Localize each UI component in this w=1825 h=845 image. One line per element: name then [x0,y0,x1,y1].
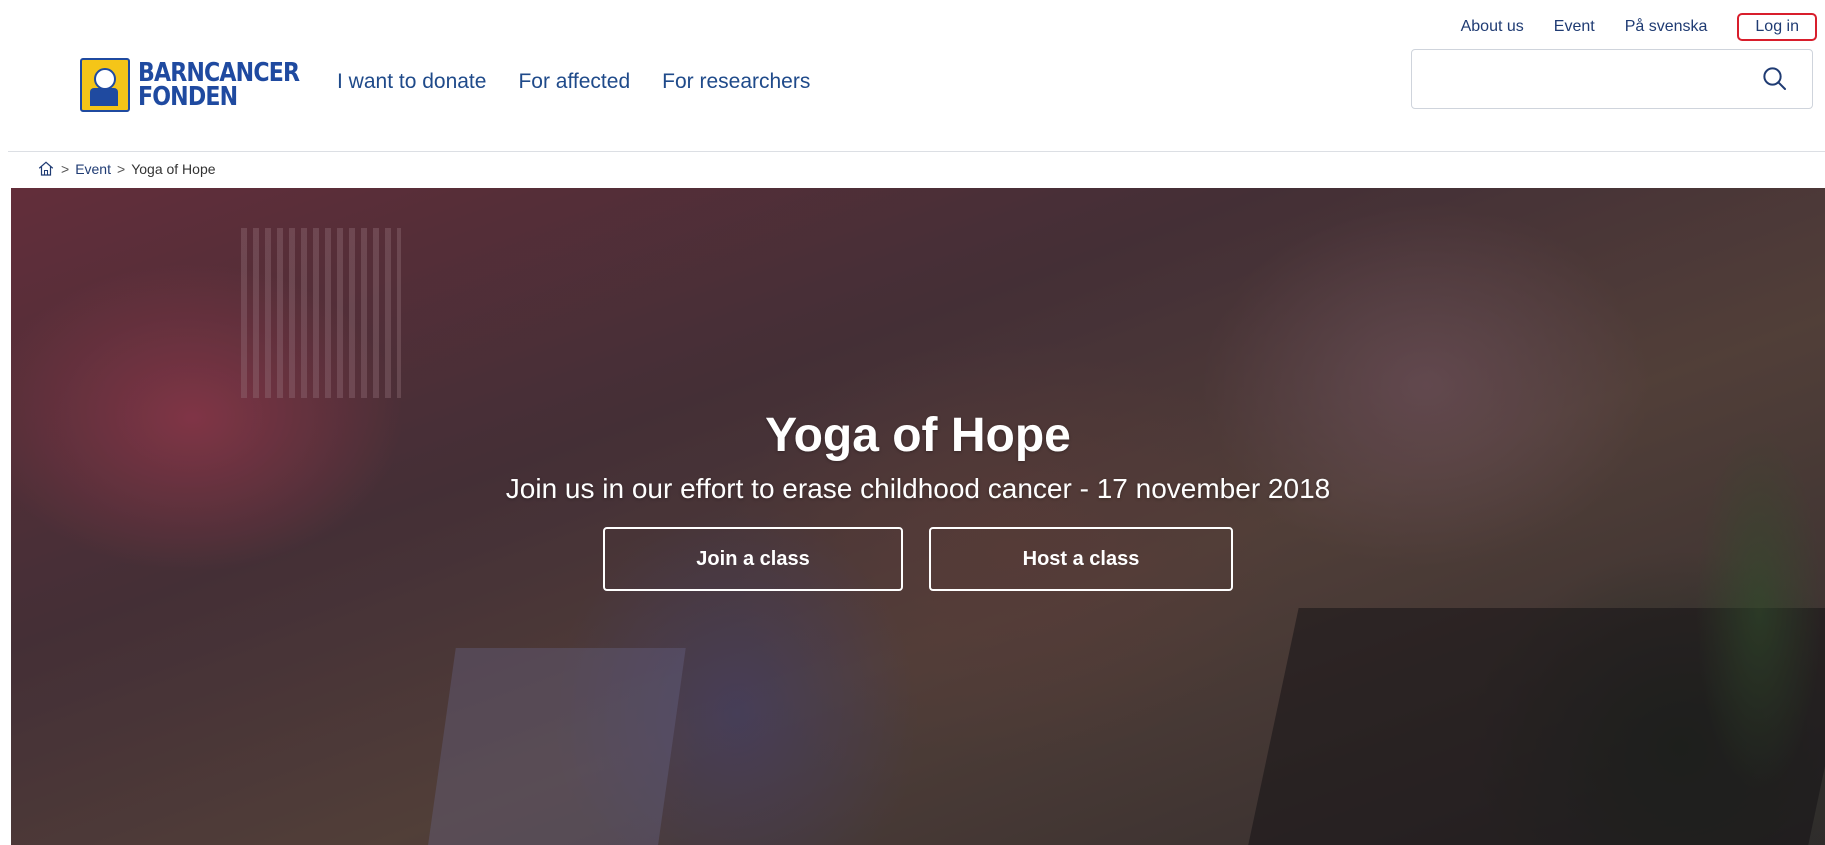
breadcrumb-separator: > [117,161,126,177]
host-a-class-button[interactable]: Host a class [929,527,1233,591]
breadcrumb-current: Yoga of Hope [131,161,216,177]
hero-content: Yoga of Hope Join us in our effort to er… [11,408,1825,591]
join-a-class-button[interactable]: Join a class [603,527,903,591]
hero-banner: Yoga of Hope Join us in our effort to er… [11,188,1825,845]
home-icon[interactable] [37,160,55,178]
breadcrumb-separator: > [61,161,70,177]
hero-subtitle: Join us in our effort to erase childhood… [505,473,1331,504]
utility-nav: About us Event På svenska Log in [1461,12,1817,42]
main-nav: I want to donate For affected For resear… [337,70,810,94]
swedish-language-link[interactable]: På svenska [1625,18,1708,36]
logo-icon [80,58,130,112]
event-link[interactable]: Event [1554,18,1595,36]
logo-text: BARNCANCER FONDEN [138,58,300,112]
search-icon[interactable] [1760,64,1790,94]
breadcrumb: > Event > Yoga of Hope [37,160,216,178]
nav-donate[interactable]: I want to donate [337,70,486,94]
hero-buttons: Join a class Host a class [11,527,1825,591]
nav-for-researchers[interactable]: For researchers [662,70,810,94]
breadcrumb-event[interactable]: Event [75,161,111,177]
hero-title: Yoga of Hope [765,409,1071,462]
header-divider [8,151,1825,152]
search-input[interactable] [1412,50,1760,108]
site-logo[interactable]: BARNCANCER FONDEN [80,58,328,112]
log-in-link[interactable]: Log in [1737,13,1817,41]
nav-for-affected[interactable]: For affected [518,70,630,94]
search-box [1411,49,1813,109]
about-us-link[interactable]: About us [1461,18,1524,36]
